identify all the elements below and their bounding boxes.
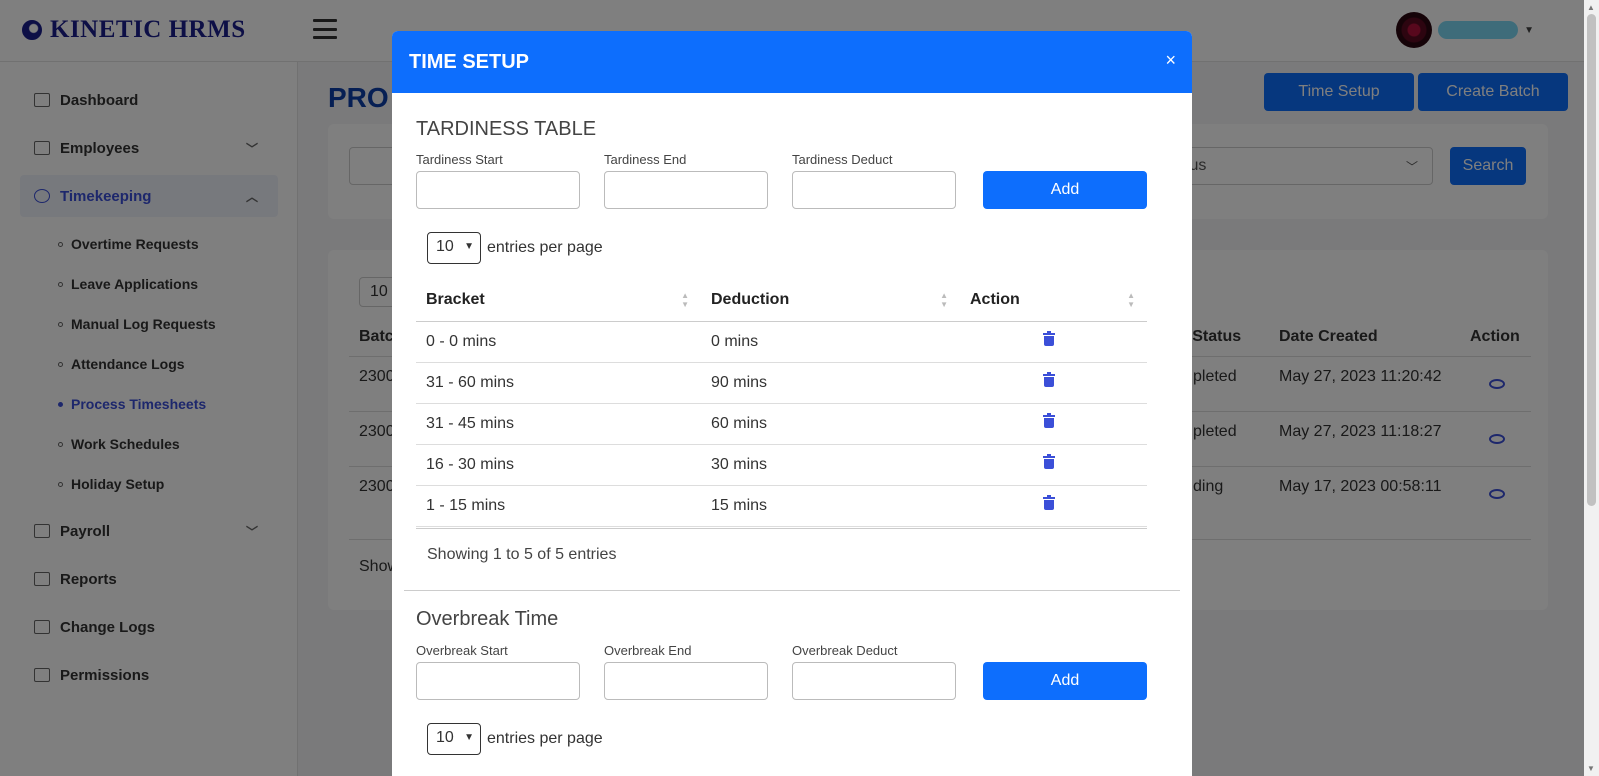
overbreak-add-button[interactable]: Add <box>983 662 1147 700</box>
action-cell <box>960 321 1147 363</box>
deduction-cell: 30 mins <box>701 444 960 486</box>
tardiness-end-input[interactable] <box>604 171 768 209</box>
action-cell <box>960 403 1147 445</box>
tardiness-start-input[interactable] <box>416 171 580 209</box>
tardiness-entries-control: 10 ▼ entries per page <box>427 232 603 264</box>
table-row: 31 - 60 mins 90 mins <box>416 362 1147 404</box>
modal-title: TIME SETUP <box>409 50 530 73</box>
scrollbar-thumb[interactable] <box>1587 14 1596 506</box>
scroll-down-icon[interactable]: ▼ <box>1587 764 1595 773</box>
overbreak-deduct-input[interactable] <box>792 662 956 700</box>
entries-per-page-label: entries per page <box>487 730 603 747</box>
col-bracket-label: Bracket <box>426 290 485 308</box>
bracket-cell: 31 - 45 mins <box>416 403 701 445</box>
sort-icon[interactable]: ▲ ▼ <box>1127 291 1135 309</box>
entries-per-page-select[interactable]: 10 ▼ <box>427 232 481 264</box>
tardiness-deduct-input[interactable] <box>792 171 956 209</box>
overbreak-end-label: Overbreak End <box>604 643 692 658</box>
sort-icon[interactable]: ▲ ▼ <box>681 291 689 309</box>
trash-icon[interactable] <box>1043 495 1055 510</box>
bracket-cell: 31 - 60 mins <box>416 362 701 404</box>
chevron-down-icon: ▼ <box>464 241 474 252</box>
tardiness-deduct-label: Tardiness Deduct <box>792 152 893 167</box>
table-row: 31 - 45 mins 60 mins <box>416 403 1147 445</box>
bracket-cell: 1 - 15 mins <box>416 485 701 527</box>
deduction-cell: 60 mins <box>701 403 960 445</box>
overbreak-section-title: Overbreak Time <box>416 608 559 630</box>
tardiness-showing-text: Showing 1 to 5 of 5 entries <box>427 546 617 563</box>
overbreak-end-input[interactable] <box>604 662 768 700</box>
deduction-cell: 15 mins <box>701 485 960 527</box>
action-cell <box>960 362 1147 404</box>
tardiness-end-label: Tardiness End <box>604 152 687 167</box>
close-icon[interactable]: × <box>1165 51 1176 69</box>
col-action[interactable]: Action ▲ ▼ <box>960 279 1147 322</box>
tardiness-table: Bracket ▲ ▼ Deduction ▲ ▼ Action ▲ ▼ 0 - 0 min… <box>416 279 1147 527</box>
col-action-label: Action <box>970 290 1020 308</box>
col-deduction-label: Deduction <box>711 290 790 308</box>
trash-icon[interactable] <box>1043 454 1055 469</box>
entries-per-page-label: entries per page <box>487 239 603 256</box>
tardiness-start-label: Tardiness Start <box>416 152 503 167</box>
entries-select-value: 10 <box>436 238 454 255</box>
overbreak-entries-control: 10 ▼ entries per page <box>427 723 603 755</box>
page-scrollbar[interactable]: ▲ ▼ <box>1584 0 1599 776</box>
entries-per-page-select[interactable]: 10 ▼ <box>427 723 481 755</box>
time-setup-modal: TIME SETUP × TARDINESS TABLE Tardiness S… <box>392 31 1192 776</box>
bracket-cell: 16 - 30 mins <box>416 444 701 486</box>
overbreak-start-input[interactable] <box>416 662 580 700</box>
overbreak-deduct-label: Overbreak Deduct <box>792 643 898 658</box>
action-cell <box>960 444 1147 486</box>
col-bracket[interactable]: Bracket ▲ ▼ <box>416 279 701 322</box>
tardiness-add-button[interactable]: Add <box>983 171 1147 209</box>
table-row: 1 - 15 mins 15 mins <box>416 485 1147 527</box>
trash-icon[interactable] <box>1043 331 1055 346</box>
bracket-cell: 0 - 0 mins <box>416 321 701 363</box>
overbreak-start-label: Overbreak Start <box>416 643 508 658</box>
tardiness-section-title: TARDINESS TABLE <box>416 118 597 140</box>
trash-icon[interactable] <box>1043 413 1055 428</box>
scroll-up-icon[interactable]: ▲ <box>1587 3 1595 12</box>
deduction-cell: 0 mins <box>701 321 960 363</box>
divider <box>416 528 1147 529</box>
chevron-down-icon: ▼ <box>464 732 474 743</box>
entries-select-value: 10 <box>436 729 454 746</box>
trash-icon[interactable] <box>1043 372 1055 387</box>
section-divider <box>404 590 1180 591</box>
table-row: 0 - 0 mins 0 mins <box>416 321 1147 363</box>
deduction-cell: 90 mins <box>701 362 960 404</box>
col-deduction[interactable]: Deduction ▲ ▼ <box>701 279 960 322</box>
table-row: 16 - 30 mins 30 mins <box>416 444 1147 486</box>
modal-header: TIME SETUP × <box>392 31 1192 93</box>
action-cell <box>960 485 1147 527</box>
sort-icon[interactable]: ▲ ▼ <box>940 291 948 309</box>
